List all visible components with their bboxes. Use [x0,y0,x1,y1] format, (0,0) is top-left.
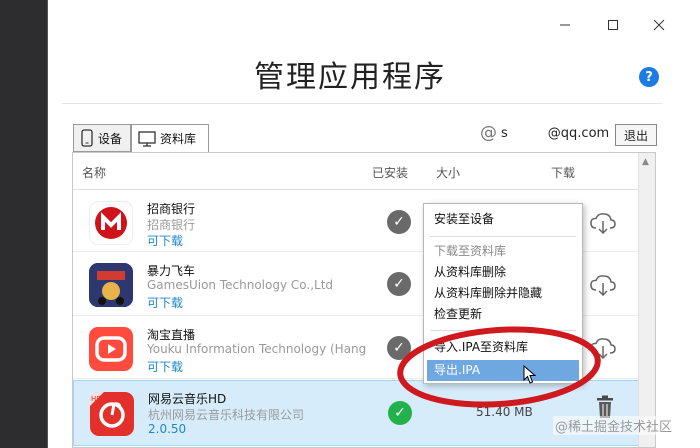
app-name: 暴力飞车 [147,264,196,278]
header-installed[interactable]: 已安装 [372,164,408,181]
header-size[interactable]: 大小 [436,164,460,181]
cloud-download-icon[interactable] [590,212,616,238]
scrollbar[interactable]: ▲ [638,153,655,447]
installed-check-icon: ✓ [387,210,411,234]
svg-text:HD: HD [91,395,102,403]
app-developer: Youku Information Technology (Hang [147,342,367,356]
menu-delete-from-library[interactable]: 从资料库删除 [424,262,582,283]
tab-library[interactable]: 资料库 [131,124,209,153]
divider [62,103,662,104]
background-window [0,0,48,448]
account-email: @ s @qq.com [480,123,609,143]
logout-button[interactable]: 退出 [615,124,657,146]
menu-install-to-device[interactable]: 安装至设备 [424,209,582,230]
app-name: 招商银行 [147,202,196,216]
at-icon: @ [480,123,497,143]
cmb-app-icon [89,201,133,245]
minimize-icon[interactable] [554,14,576,36]
menu-separator [430,236,576,237]
app-version: 2.0.50 [148,422,187,436]
cloud-download-icon[interactable] [590,274,616,300]
tab-device-label: 设备 [98,131,123,146]
scroll-up-icon[interactable]: ▲ [642,157,649,167]
racing-game-icon [89,263,133,307]
app-status[interactable]: 可下载 [147,294,183,311]
app-developer: 招商银行 [147,218,196,232]
app-developer: GamesUion Technology Co.,Ltd [147,278,334,292]
menu-check-updates[interactable]: 检查更新 [424,304,582,325]
app-developer: 杭州网易云音乐科技有限公司 [148,408,305,422]
header-name[interactable]: 名称 [82,164,106,181]
mouse-cursor-icon [523,365,537,384]
page-title: 管理应用程序 [254,60,446,95]
menu-delete-and-hide[interactable]: 从资料库删除并隐藏 [424,283,582,304]
app-status[interactable]: 可下载 [147,358,183,375]
account-user-end: @qq.com [547,125,610,141]
tab-device[interactable]: 设备 [73,124,131,152]
annotation-oval [397,326,601,408]
account-user-start: s [501,125,508,141]
tab-library-label: 资料库 [160,132,197,146]
table-header: 名称 已安装 大小 下载 [73,153,639,190]
watermark: @稀土掘金技术社区 [553,416,675,435]
help-button[interactable]: ? [639,67,659,87]
app-name: 网易云音乐HD [148,392,227,406]
header-download[interactable]: 下载 [551,164,575,181]
maximize-icon[interactable] [602,14,624,36]
taobao-live-icon [89,327,133,371]
installed-check-icon: ✓ [387,272,411,296]
menu-download-to-library: 下载至资料库 [434,244,507,258]
app-name: 淘宝直播 [147,328,196,342]
monitor-icon [138,130,156,147]
close-icon[interactable] [648,14,670,36]
app-status[interactable]: 可下载 [147,232,183,249]
phone-icon [81,129,93,147]
netease-music-icon: HD [90,392,134,436]
